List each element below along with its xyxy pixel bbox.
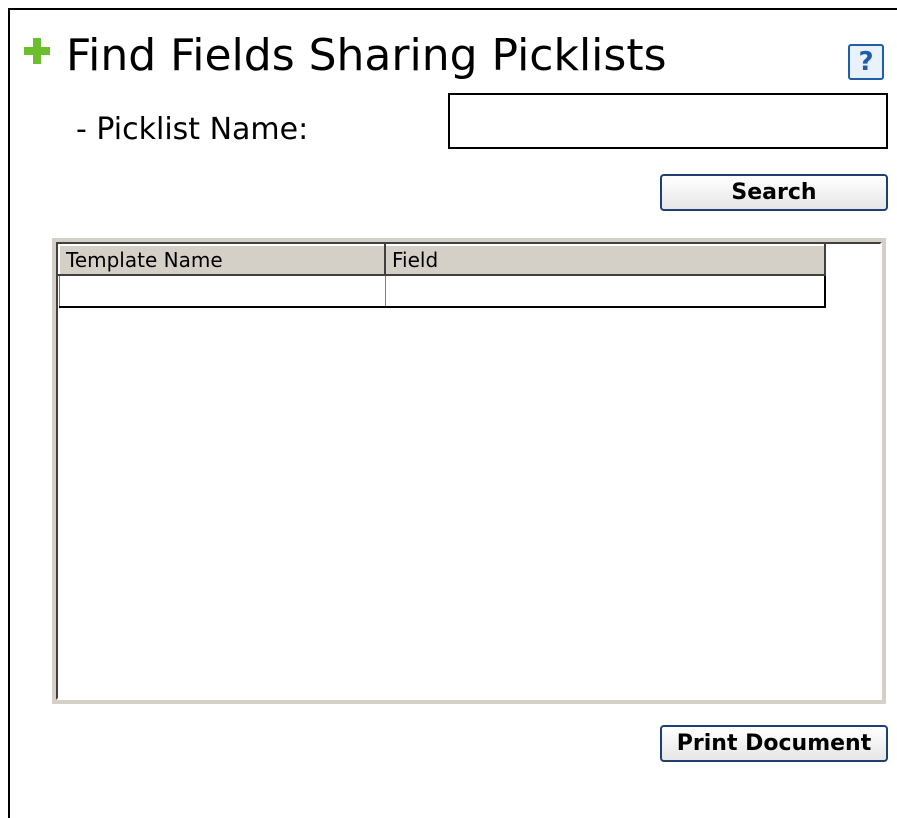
table-row[interactable] <box>58 274 826 308</box>
find-fields-window: Find Fields Sharing Picklists ? - Pickli… <box>8 8 897 818</box>
help-icon[interactable]: ? <box>848 44 884 80</box>
picklist-name-label: - Picklist Name: <box>76 112 309 147</box>
results-grid-area[interactable]: Template Name Field <box>56 242 882 700</box>
column-header-field[interactable]: Field <box>384 244 826 276</box>
plus-icon <box>24 38 50 64</box>
column-header-template-name[interactable]: Template Name <box>58 244 386 276</box>
results-panel: Template Name Field <box>52 238 886 704</box>
table-header-row: Template Name Field <box>58 244 826 276</box>
table-cell-template-name[interactable] <box>58 274 386 308</box>
table-cell-field[interactable] <box>384 274 826 308</box>
page-title: Find Fields Sharing Picklists <box>66 30 667 81</box>
picklist-name-input[interactable] <box>448 93 888 149</box>
results-table: Template Name Field <box>58 244 826 308</box>
search-button[interactable]: Search <box>660 174 888 211</box>
print-document-button[interactable]: Print Document <box>660 725 888 762</box>
